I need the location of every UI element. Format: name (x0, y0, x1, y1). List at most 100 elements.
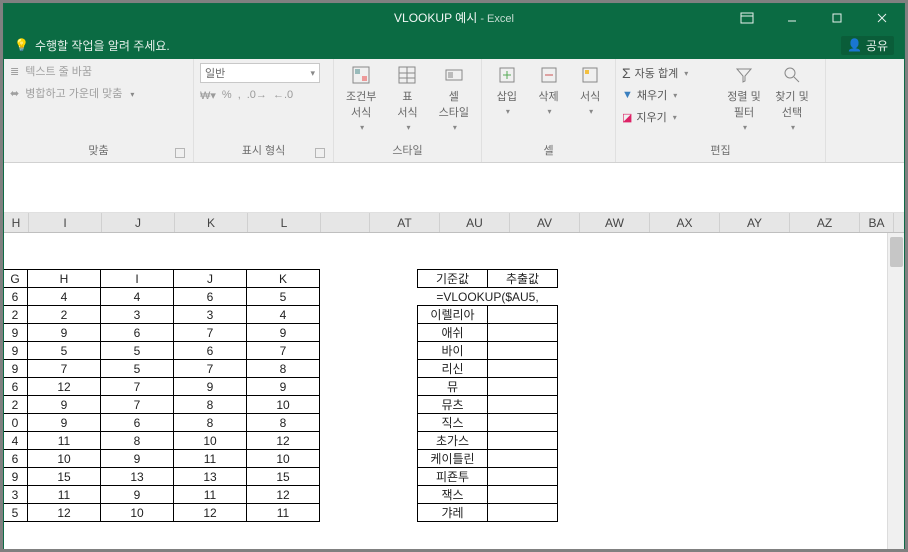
table-cell[interactable] (488, 342, 558, 360)
table-cell[interactable]: 2 (4, 396, 28, 414)
table-cell[interactable]: 9 (101, 486, 174, 504)
table-cell[interactable]: 바이 (418, 342, 488, 360)
cell-styles-button[interactable]: 셀 스타일▾ (433, 63, 475, 134)
table-cell[interactable] (488, 504, 558, 522)
table-cell[interactable]: 4 (28, 288, 101, 306)
table-cell[interactable]: 직스 (418, 414, 488, 432)
table-cell[interactable]: 7 (101, 396, 174, 414)
table-cell[interactable]: 뮤 (418, 378, 488, 396)
comma-icon[interactable]: , (238, 89, 241, 101)
table-cell[interactable]: 6 (4, 450, 28, 468)
fill-button[interactable]: ▼ 채우기▾ (622, 85, 718, 105)
table-cell[interactable]: 15 (247, 468, 320, 486)
table-cell[interactable]: 이렐리아 (418, 306, 488, 324)
table-cell[interactable]: 9 (247, 324, 320, 342)
table-cell[interactable]: 11 (174, 486, 247, 504)
table-cell[interactable]: 9 (247, 378, 320, 396)
table-cell[interactable]: 2 (4, 306, 28, 324)
format-button[interactable]: 서식▾ (571, 63, 609, 118)
table-cell[interactable]: 12 (28, 504, 101, 522)
table-cell[interactable]: 11 (174, 450, 247, 468)
table-cell[interactable]: 6 (4, 378, 28, 396)
worksheet-grid[interactable]: GHIJK64465223349967995567975786127992978… (4, 233, 904, 549)
table-cell[interactable]: 13 (174, 468, 247, 486)
column-header[interactable]: K (175, 213, 248, 232)
table-cell[interactable] (488, 360, 558, 378)
table-cell[interactable]: 2 (28, 306, 101, 324)
table-cell[interactable] (488, 486, 558, 504)
table-cell[interactable]: 4 (101, 288, 174, 306)
wrap-text-button[interactable]: ≣ 텍스트 줄 바꿈 (10, 63, 187, 83)
sort-filter-button[interactable]: 정렬 및 필터▾ (722, 63, 766, 134)
table-cell[interactable]: 9 (28, 414, 101, 432)
merge-center-button[interactable]: ⬌ 병합하고 가운데 맞춤 ▾ (10, 85, 187, 105)
table-cell[interactable]: 케이틀린 (418, 450, 488, 468)
dialog-launcher-icon[interactable] (175, 148, 185, 158)
maximize-button[interactable] (814, 4, 859, 31)
find-select-button[interactable]: 찾기 및 선택▾ (770, 63, 814, 134)
table-cell[interactable]: 3 (4, 486, 28, 504)
column-header[interactable]: AY (720, 213, 790, 232)
table-cell[interactable] (488, 414, 558, 432)
column-header[interactable]: AV (510, 213, 580, 232)
table-cell[interactable]: 11 (28, 486, 101, 504)
increase-decimal-icon[interactable]: .0→ (247, 89, 267, 101)
table-cell[interactable]: 11 (247, 504, 320, 522)
table-cell[interactable]: 뮤츠 (418, 396, 488, 414)
table-cell[interactable]: 5 (247, 288, 320, 306)
decrease-decimal-icon[interactable]: ←.0 (273, 89, 293, 101)
tell-me-text[interactable]: 수행할 작업을 알려 주세요. (35, 37, 170, 54)
table-cell[interactable]: 9 (101, 450, 174, 468)
column-header[interactable]: AW (580, 213, 650, 232)
table-cell[interactable]: 7 (101, 378, 174, 396)
percent-icon[interactable]: % (222, 89, 232, 101)
conditional-format-button[interactable]: 조건부 서식▾ (340, 63, 382, 134)
table-cell[interactable]: 10 (247, 396, 320, 414)
table-cell[interactable]: 6 (174, 342, 247, 360)
table-cell[interactable]: 7 (28, 360, 101, 378)
table-cell[interactable]: 4 (247, 306, 320, 324)
table-cell[interactable]: 12 (247, 486, 320, 504)
column-header[interactable]: AT (370, 213, 440, 232)
table-cell[interactable]: 10 (101, 504, 174, 522)
table-cell[interactable]: 12 (174, 504, 247, 522)
table-cell[interactable]: 피죤투 (418, 468, 488, 486)
table-cell[interactable] (488, 324, 558, 342)
column-header[interactable]: BA (860, 213, 894, 232)
table-cell[interactable]: 10 (28, 450, 101, 468)
minimize-button[interactable] (769, 4, 814, 31)
table-cell[interactable]: 6 (4, 288, 28, 306)
number-format-combo[interactable]: 일반▾ (200, 63, 320, 83)
table-cell[interactable]: 7 (174, 360, 247, 378)
close-button[interactable] (859, 4, 904, 31)
table-cell[interactable]: 9 (4, 342, 28, 360)
table-cell[interactable]: 4 (4, 432, 28, 450)
table-cell[interactable]: 애쉬 (418, 324, 488, 342)
table-cell[interactable]: 12 (28, 378, 101, 396)
table-cell[interactable]: 9 (4, 360, 28, 378)
table-cell[interactable]: 초가스 (418, 432, 488, 450)
table-cell[interactable] (488, 432, 558, 450)
table-cell[interactable]: 5 (28, 342, 101, 360)
insert-button[interactable]: 삽입▾ (488, 63, 526, 118)
table-cell[interactable]: 10 (247, 450, 320, 468)
table-cell[interactable]: 7 (247, 342, 320, 360)
table-cell[interactable]: 갸레 (418, 504, 488, 522)
table-cell[interactable]: 8 (247, 414, 320, 432)
table-cell[interactable]: 5 (101, 342, 174, 360)
table-cell[interactable]: 9 (4, 324, 28, 342)
column-header[interactable] (321, 213, 370, 232)
table-cell[interactable]: 15 (28, 468, 101, 486)
share-button[interactable]: 👤 공유 (841, 36, 894, 55)
table-cell[interactable]: 13 (101, 468, 174, 486)
table-cell[interactable]: 9 (28, 396, 101, 414)
table-cell[interactable]: 잭스 (418, 486, 488, 504)
format-as-table-button[interactable]: 표 서식▾ (386, 63, 428, 134)
table-cell[interactable] (488, 306, 558, 324)
table-cell[interactable]: 5 (4, 504, 28, 522)
autosum-button[interactable]: Σ 자동 합계▾ (622, 63, 718, 83)
table-cell[interactable]: 9 (4, 468, 28, 486)
column-header[interactable]: I (29, 213, 102, 232)
table-cell[interactable]: 12 (247, 432, 320, 450)
table-cell[interactable]: 11 (28, 432, 101, 450)
